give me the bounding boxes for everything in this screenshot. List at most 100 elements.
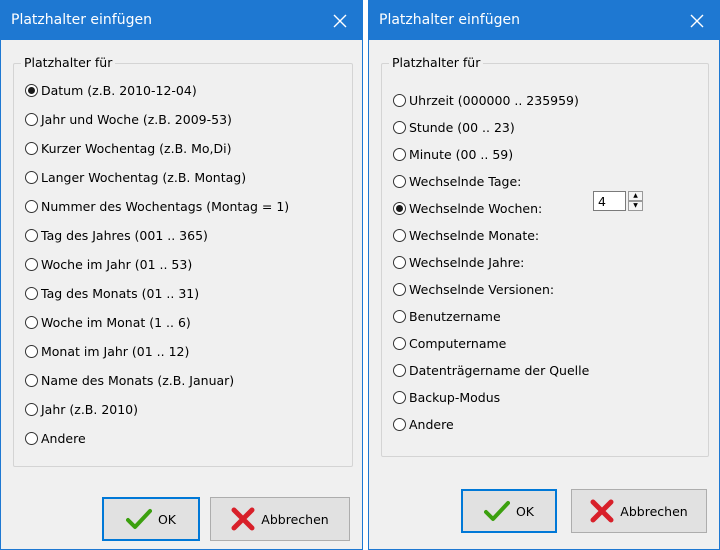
radio-circle — [393, 255, 406, 269]
radio-circle — [25, 170, 38, 184]
titlebar: Platzhalter einfügen — [1, 1, 362, 40]
checkmark-icon — [483, 501, 510, 521]
radio-label: Langer Wochentag (z.B. Montag) — [41, 169, 247, 185]
radio-circle — [393, 120, 406, 134]
placeholder-group: Platzhalter für Uhrzeit (000000 .. 23595… — [381, 55, 709, 457]
stepper-buttons: ▲ ▼ — [628, 191, 643, 211]
group-label: Platzhalter für — [389, 55, 484, 70]
close-icon — [690, 14, 704, 27]
radio-label: Jahr (z.B. 2010) — [41, 401, 139, 417]
radio-tag-des-jahres[interactable]: Tag des Jahres (001 .. 365) — [25, 225, 208, 245]
radio-wechselnde-jahre[interactable]: Wechselnde Jahre: — [393, 252, 524, 272]
radio-label: Kurzer Wochentag (z.B. Mo,Di) — [41, 140, 232, 156]
radio-label: Woche im Monat (1 .. 6) — [41, 314, 191, 330]
radio-label: Monat im Jahr (01 .. 12) — [41, 343, 190, 359]
radio-circle — [393, 282, 406, 296]
close-icon — [333, 14, 347, 27]
radio-circle — [25, 199, 38, 213]
radio-label: Uhrzeit (000000 .. 235959) — [409, 92, 579, 108]
radio-circle — [25, 344, 38, 358]
radio-label: Backup-Modus — [409, 389, 501, 405]
cancel-button[interactable]: Abbrechen — [571, 489, 707, 533]
radio-circle — [393, 336, 406, 350]
red-x-icon — [231, 507, 255, 531]
radio-circle — [393, 228, 406, 242]
radio-computername[interactable]: Computername — [393, 333, 506, 353]
radio-wechselnde-versionen[interactable]: Wechselnde Versionen: — [393, 279, 554, 299]
radio-circle — [393, 363, 406, 377]
radio-uhrzeit[interactable]: Uhrzeit (000000 .. 235959) — [393, 90, 579, 110]
radio-circle — [25, 257, 38, 271]
radio-wechselnde-tage[interactable]: Wechselnde Tage: — [393, 171, 521, 191]
checkmark-icon — [125, 509, 152, 529]
radio-benutzername[interactable]: Benutzername — [393, 306, 501, 326]
radio-circle — [393, 309, 406, 323]
radio-label: Datum (z.B. 2010-12-04) — [41, 82, 197, 98]
placeholder-group: Platzhalter für Datum (z.B. 2010-12-04) … — [13, 55, 353, 467]
radio-circle — [25, 228, 38, 242]
radio-jahr[interactable]: Jahr (z.B. 2010) — [25, 399, 138, 419]
ok-label: OK — [157, 511, 177, 527]
radio-name-des-monats[interactable]: Name des Monats (z.B. Januar) — [25, 370, 234, 390]
cancel-label: Abbrechen — [620, 503, 688, 519]
radio-woche-im-jahr[interactable]: Woche im Jahr (01 .. 53) — [25, 254, 192, 274]
radio-label: Wechselnde Tage: — [409, 173, 522, 189]
radio-wechselnde-wochen[interactable]: Wechselnde Wochen: — [393, 198, 542, 218]
radio-woche-im-monat[interactable]: Woche im Monat (1 .. 6) — [25, 312, 191, 332]
radio-label: Jahr und Woche (z.B. 2009-53) — [41, 111, 232, 127]
radio-circle — [393, 174, 406, 188]
radio-label: Computername — [409, 335, 507, 351]
radio-label: Nummer des Wochentags (Montag = 1) — [41, 198, 290, 214]
radio-datum[interactable]: Datum (z.B. 2010-12-04) — [25, 80, 197, 100]
stepper-down-icon[interactable]: ▼ — [628, 201, 643, 211]
radio-datentraegername[interactable]: Datenträgername der Quelle — [393, 360, 589, 380]
radio-label: Minute (00 .. 59) — [409, 146, 514, 162]
radio-label: Benutzername — [409, 308, 501, 324]
weeks-stepper: ▲ ▼ — [593, 191, 643, 211]
radio-circle — [393, 93, 406, 107]
radio-circle — [25, 431, 38, 445]
radio-backup-modus[interactable]: Backup-Modus — [393, 387, 500, 407]
dialog-right: Platzhalter einfügen Platzhalter für Uhr… — [368, 0, 720, 550]
radio-andere[interactable]: Andere — [25, 428, 86, 448]
close-button[interactable] — [675, 1, 719, 40]
radio-stunde[interactable]: Stunde (00 .. 23) — [393, 117, 515, 137]
radio-label: Wechselnde Wochen: — [409, 200, 543, 216]
dialog-title: Platzhalter einfügen — [379, 12, 520, 28]
weeks-input[interactable] — [593, 191, 626, 211]
radio-andere[interactable]: Andere — [393, 414, 454, 434]
radio-label: Wechselnde Versionen: — [409, 281, 555, 297]
cancel-label: Abbrechen — [261, 511, 329, 527]
radio-circle — [25, 141, 38, 155]
cancel-button[interactable]: Abbrechen — [210, 497, 350, 541]
radio-label: Tag des Monats (01 .. 31) — [41, 285, 200, 301]
dialog-left: Platzhalter einfügen Platzhalter für Dat… — [0, 0, 363, 550]
radio-minute[interactable]: Minute (00 .. 59) — [393, 144, 513, 164]
radio-label: Tag des Jahres (001 .. 365) — [41, 227, 208, 243]
radio-langer-wochentag[interactable]: Langer Wochentag (z.B. Montag) — [25, 167, 246, 187]
close-button[interactable] — [318, 1, 362, 40]
radio-jahr-und-woche[interactable]: Jahr und Woche (z.B. 2009-53) — [25, 109, 232, 129]
radio-label: Andere — [409, 416, 454, 432]
radio-monat-im-jahr[interactable]: Monat im Jahr (01 .. 12) — [25, 341, 189, 361]
radio-circle — [25, 402, 38, 416]
radio-circle — [393, 147, 406, 161]
radio-circle — [25, 83, 38, 97]
radio-circle — [393, 201, 406, 215]
radio-circle — [25, 373, 38, 387]
ok-button[interactable]: OK — [461, 489, 557, 533]
red-x-icon — [590, 499, 614, 523]
radio-label: Name des Monats (z.B. Januar) — [41, 372, 235, 388]
radio-kurzer-wochentag[interactable]: Kurzer Wochentag (z.B. Mo,Di) — [25, 138, 231, 158]
stepper-up-icon[interactable]: ▲ — [628, 191, 643, 201]
radio-wechselnde-monate[interactable]: Wechselnde Monate: — [393, 225, 539, 245]
radio-tag-des-monats[interactable]: Tag des Monats (01 .. 31) — [25, 283, 199, 303]
radio-circle — [25, 112, 38, 126]
radio-label: Andere — [41, 430, 86, 446]
radio-nummer-wochentag[interactable]: Nummer des Wochentags (Montag = 1) — [25, 196, 289, 216]
ok-label: OK — [515, 503, 535, 519]
radio-circle — [25, 315, 38, 329]
ok-button[interactable]: OK — [102, 497, 200, 541]
radio-label: Wechselnde Jahre: — [409, 254, 525, 270]
titlebar: Platzhalter einfügen — [369, 1, 719, 40]
